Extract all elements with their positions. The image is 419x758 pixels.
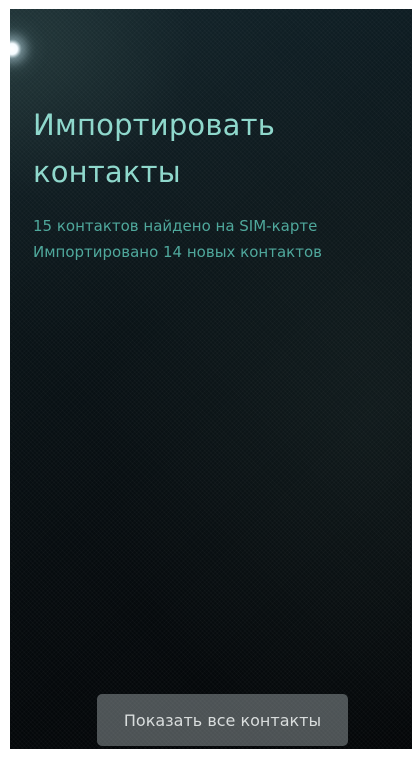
- pulley-menu-glow-icon[interactable]: [10, 39, 22, 59]
- show-all-contacts-button[interactable]: Показать все контакты: [97, 694, 348, 746]
- import-contacts-screen: Импортировать контакты 15 контактов найд…: [10, 9, 412, 749]
- contacts-found-text: 15 контактов найдено на SIM-карте: [33, 217, 318, 235]
- contacts-imported-text: Импортировано 14 новых контактов: [33, 243, 322, 261]
- import-status: 15 контактов найдено на SIM-карте Импорт…: [33, 213, 408, 265]
- page-title: Импортировать контакты: [33, 108, 276, 189]
